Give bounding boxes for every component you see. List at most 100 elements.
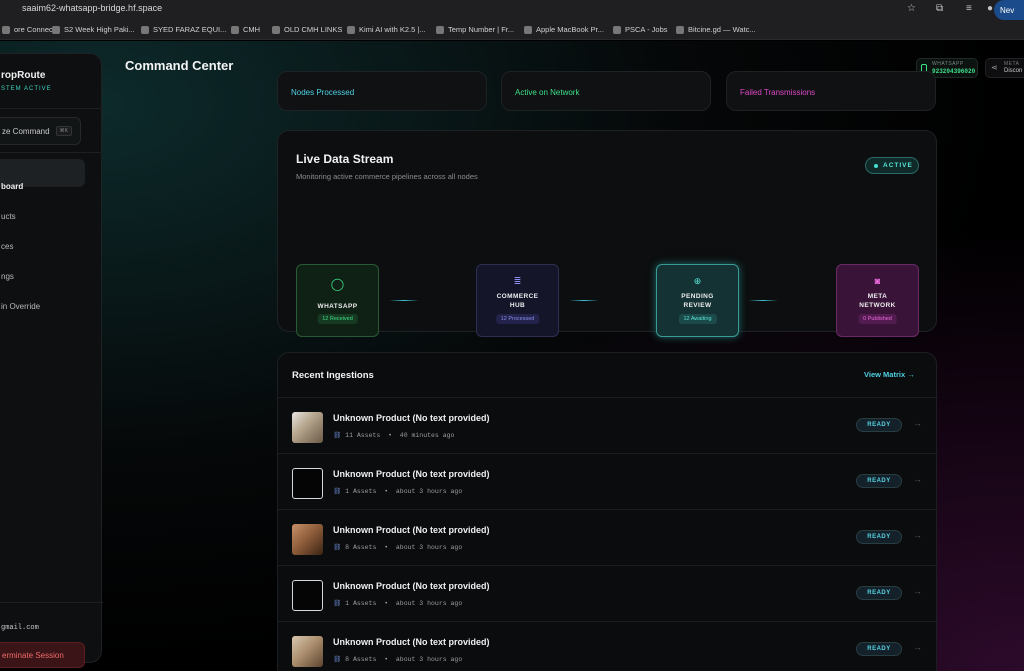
product-title: Unknown Product (No text provided) xyxy=(333,525,490,535)
pipeline-connector xyxy=(569,300,599,301)
extensions-icon[interactable]: ⧉ xyxy=(936,3,943,14)
node-count: 12 Received xyxy=(317,314,358,324)
node-count: 12 Processed xyxy=(495,314,540,324)
bookmark-item[interactable]: S2 Week High Paki... xyxy=(52,25,135,34)
sidebar-item-4[interactable]: in Override xyxy=(1,302,40,311)
status-badge: READY xyxy=(856,586,902,600)
arrow-right-icon[interactable]: → xyxy=(913,586,922,596)
sidebar-item-1[interactable]: ucts xyxy=(1,212,16,221)
status-badge: READY xyxy=(856,642,902,656)
bookmark-favicon-icon xyxy=(2,25,10,34)
sidebar-item-0[interactable]: board xyxy=(1,182,23,191)
stat-label: Nodes Processed xyxy=(291,88,355,97)
node-label: META NETWORK xyxy=(859,293,896,309)
meta-status[interactable]: ⋖ META Discon xyxy=(985,58,1024,78)
profile-button[interactable]: Nev xyxy=(994,0,1024,20)
product-meta: ⛓ 8 Assets • about 3 hours ago xyxy=(333,656,463,663)
sidebar: ropRoute STEM ACTIVE ze Command ⌘K board… xyxy=(0,53,103,668)
status-badge: READY xyxy=(856,418,902,432)
arrow-right-icon[interactable]: → xyxy=(913,418,922,428)
bookmark-item[interactable]: SYED FARAZ EQUI... xyxy=(141,25,226,34)
table-row[interactable]: Unknown Product (No text provided) ⛓ 8 As… xyxy=(278,621,938,671)
product-meta: ⛓ 1 Assets • about 3 hours ago xyxy=(333,488,463,495)
media-icon[interactable]: ≡ xyxy=(966,3,972,14)
meta-connection: Discon xyxy=(1004,68,1023,74)
bookmark-item[interactable]: ore Connect xyxy=(2,25,55,34)
product-title: Unknown Product (No text provided) xyxy=(333,637,490,647)
status-dot xyxy=(874,164,878,168)
bookmark-item[interactable]: Temp Number | Fr... xyxy=(436,25,514,34)
sidebar-divider xyxy=(0,602,103,603)
system-status: STEM ACTIVE xyxy=(1,86,52,92)
sidebar-item-2[interactable]: ces xyxy=(1,242,13,251)
arrow-right-icon[interactable]: → xyxy=(913,474,922,484)
table-row[interactable]: Unknown Product (No text provided) ⛓ 8 As… xyxy=(278,509,938,565)
bookmark-item[interactable]: CMH xyxy=(231,25,260,34)
terminate-label: erminate Session xyxy=(2,651,64,660)
whatsapp-label: WHATSAPP xyxy=(932,61,964,67)
bookmark-item[interactable]: Bitcine.gd — Watc... xyxy=(676,25,756,34)
product-thumbnail xyxy=(292,580,323,611)
stat-label: Active on Network xyxy=(515,88,580,97)
arrow-right-icon: → xyxy=(907,370,915,379)
sidebar-divider xyxy=(0,108,103,109)
stream-title: Live Data Stream xyxy=(296,152,394,166)
live-data-stream-panel: Live Data Stream Monitoring active comme… xyxy=(277,130,937,337)
app-root: ropRoute STEM ACTIVE ze Command ⌘K board… xyxy=(0,41,1024,671)
status-badge: READY xyxy=(856,530,902,544)
product-meta: ⛓ 8 Assets • about 3 hours ago xyxy=(333,544,463,551)
arrow-right-icon[interactable]: → xyxy=(913,642,922,652)
bookmark-favicon-icon xyxy=(347,25,355,34)
bookmark-item[interactable]: Kimi AI with K2.5 |... xyxy=(347,25,426,34)
link-icon: ⛓ xyxy=(333,544,342,551)
node-meta-network[interactable]: ◙ META NETWORK 0 Published xyxy=(836,264,919,337)
bookmark-favicon-icon xyxy=(272,25,280,34)
shortcut-hint: ⌘K xyxy=(55,126,72,136)
user-email: gmail.com xyxy=(1,624,39,632)
chat-bubble-icon: ◯ xyxy=(330,277,345,291)
stat-card-nodes: Nodes Processed xyxy=(277,71,487,111)
node-count: 0 Published xyxy=(858,314,897,324)
bookmark-favicon-icon xyxy=(231,25,239,34)
avatar[interactable]: ● xyxy=(987,3,993,14)
table-row[interactable]: Unknown Product (No text provided) ⛓ 1 As… xyxy=(278,565,938,621)
view-matrix-link[interactable]: View Matrix → xyxy=(864,370,915,379)
product-thumbnail xyxy=(292,412,323,443)
star-icon[interactable]: ☆ xyxy=(907,3,916,14)
share-icon: ⋖ xyxy=(991,63,998,72)
brand-title: ropRoute xyxy=(1,70,46,81)
terminate-session-button[interactable]: erminate Session xyxy=(0,642,85,668)
node-label: COMMERCE HUB xyxy=(496,293,539,309)
link-icon: ⛓ xyxy=(333,488,342,495)
node-pending-review[interactable]: ⊕ PENDING REVIEW 12 Awaiting xyxy=(656,264,739,337)
bookmark-favicon-icon xyxy=(52,25,60,34)
url-text[interactable]: saaim62-whatsapp-bridge.hf.space xyxy=(22,3,162,13)
camera-icon: ◙ xyxy=(874,276,881,286)
product-title: Unknown Product (No text provided) xyxy=(333,413,490,423)
bookmark-item[interactable]: Apple MacBook Pr... xyxy=(524,25,604,34)
bookmark-favicon-icon xyxy=(141,25,149,34)
table-row[interactable]: Unknown Product (No text provided) ⛓ 1 As… xyxy=(278,453,938,509)
globe-icon: ⊕ xyxy=(693,276,702,286)
arrow-right-icon[interactable]: → xyxy=(913,530,922,540)
whatsapp-number: 923204396020 xyxy=(932,68,976,75)
bookmark-item[interactable]: OLD CMH LINKS xyxy=(272,25,342,34)
command-palette-button[interactable]: ze Command ⌘K xyxy=(0,117,81,145)
active-badge: ACTIVE xyxy=(865,157,919,174)
product-meta: ⛓ 1 Assets • about 3 hours ago xyxy=(333,600,463,607)
stat-card-active: Active on Network xyxy=(501,71,711,111)
bookmark-favicon-icon xyxy=(436,25,444,34)
pipeline-connector xyxy=(748,300,778,301)
browser-url-bar[interactable]: saaim62-whatsapp-bridge.hf.space ☆ ⧉ ≡ ●… xyxy=(0,0,1024,20)
node-commerce-hub[interactable]: ≣ COMMERCE HUB 12 Processed xyxy=(476,264,559,337)
node-label: WHATSAPP xyxy=(317,303,358,310)
stream-subtitle: Monitoring active commerce pipelines acr… xyxy=(296,172,478,181)
pipeline-connector xyxy=(389,300,419,301)
node-whatsapp[interactable]: ◯ WHATSAPP 12 Received xyxy=(296,264,379,337)
bookmark-item[interactable]: PSCA - Jobs xyxy=(613,25,668,34)
table-row[interactable]: Unknown Product (No text provided) ⛓ 11 A… xyxy=(278,397,938,453)
bookmark-favicon-icon xyxy=(613,25,621,34)
stat-card-failed: Failed Transmissions xyxy=(726,71,936,111)
link-icon: ⛓ xyxy=(333,656,342,663)
sidebar-item-3[interactable]: ngs xyxy=(1,272,14,281)
